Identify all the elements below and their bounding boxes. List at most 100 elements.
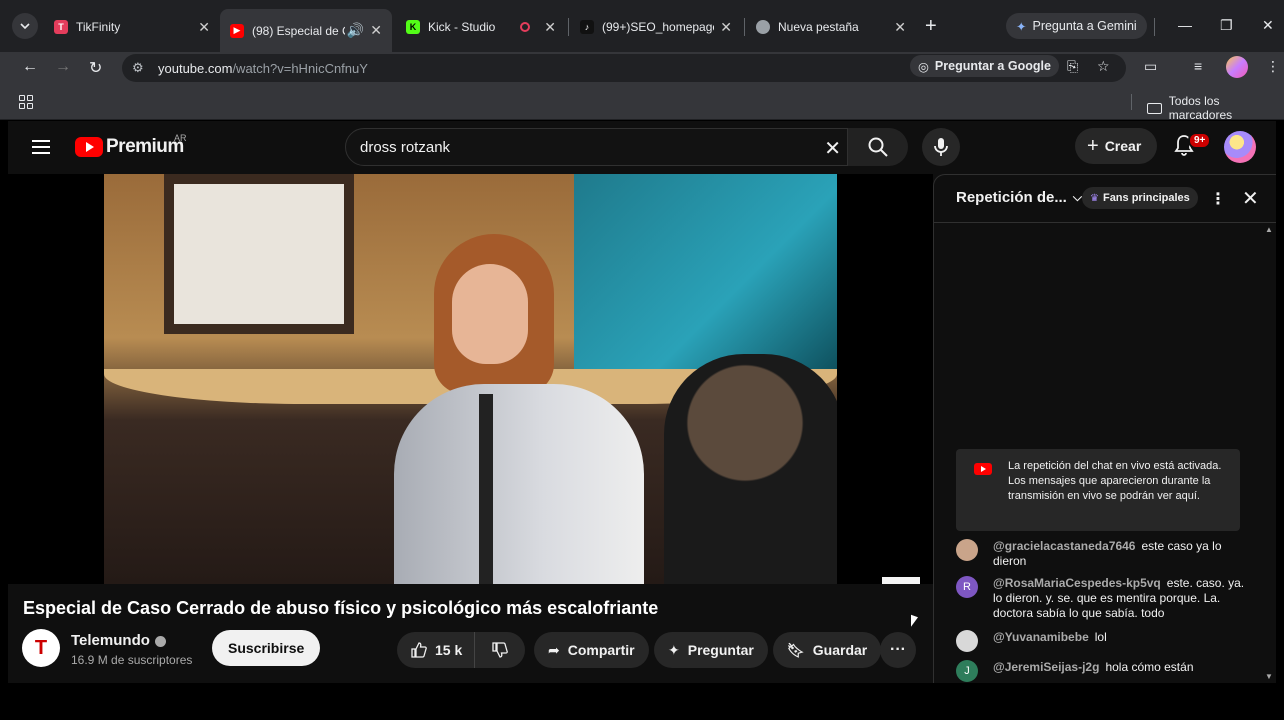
close-tab-icon[interactable]: ✕: [720, 19, 732, 36]
kick-icon: K: [406, 20, 420, 34]
guide-menu-icon[interactable]: [32, 140, 50, 154]
back-arrow-icon[interactable]: ←: [22, 58, 38, 76]
channel-name: Telemundo: [71, 632, 150, 649]
notice-text: La repetición del chat en vivo está acti…: [1008, 460, 1222, 502]
share-button[interactable]: ➦ Compartir: [534, 632, 649, 668]
all-bookmarks-label: Todos los marcadores: [1168, 94, 1233, 122]
create-button[interactable]: + Crear: [1075, 128, 1158, 164]
close-chat-icon[interactable]: ✕: [1242, 186, 1259, 211]
chat-username: @JeremiSeijas-j2g: [993, 660, 1100, 674]
more-actions-button[interactable]: ···: [880, 632, 916, 668]
tab-search-button[interactable]: [12, 13, 38, 39]
tikfinity-icon: T: [54, 20, 68, 34]
speaker-icon[interactable]: 🔊: [347, 22, 364, 39]
close-tab-icon[interactable]: ✕: [198, 19, 210, 36]
ask-google-button[interactable]: ◎ Preguntar a Google: [910, 55, 1059, 77]
url-host: youtube.com: [158, 60, 233, 76]
close-tab-icon[interactable]: ✕: [894, 19, 906, 36]
youtube-icon: [974, 463, 992, 475]
share-label: Compartir: [567, 642, 635, 658]
chrome-icon: [756, 20, 770, 34]
chat-mode-selector[interactable]: Repetición de... ⌵: [956, 189, 1082, 206]
reload-icon[interactable]: ↻: [89, 58, 102, 78]
video-title: Especial de Caso Cerrado de abuso físico…: [23, 598, 659, 618]
dislike-button[interactable]: [475, 642, 525, 658]
chat-message[interactable]: @gracielacastaneda7646 este caso ya lo di…: [956, 539, 1246, 569]
media-controls-icon[interactable]: ≡: [1194, 58, 1202, 74]
tab-title: Kick - Studio: [428, 20, 496, 34]
video-player[interactable]: T: [8, 174, 933, 584]
thumbs-down-icon: [492, 642, 508, 658]
new-tab-button[interactable]: +: [925, 15, 937, 38]
bookmark-star-icon[interactable]: ☆: [1097, 58, 1110, 75]
tab-separator: [1154, 18, 1155, 36]
search-button[interactable]: [848, 128, 908, 166]
browser-tab-kick[interactable]: K Kick - Studio ✕: [396, 9, 566, 45]
microphone-icon: [934, 138, 948, 156]
install-app-icon[interactable]: ⎘: [1067, 58, 1078, 75]
scroll-up-arrow-icon[interactable]: ▲: [1265, 225, 1273, 234]
browser-tab-tikfinity[interactable]: T TikFinity ✕: [44, 9, 220, 45]
clear-search-icon[interactable]: ✕: [824, 136, 841, 161]
country-code: AR: [174, 133, 187, 143]
top-fans-chip[interactable]: ♛ Fans principales: [1082, 187, 1198, 209]
chat-message[interactable]: R @RosaMariaCespedes-kp5vq este. caso. ya…: [956, 576, 1246, 621]
bookmarks-bar: Todos los marcadores: [0, 84, 1284, 122]
recording-icon: [520, 22, 531, 32]
browser-tab-youtube[interactable]: ▶ (98) Especial de Ca 🔊 ✕: [220, 9, 392, 52]
chat-text: lol: [1094, 630, 1107, 644]
site-info-icon[interactable]: ⚙: [132, 60, 150, 76]
cast-icon[interactable]: ▭: [1144, 58, 1157, 75]
camera-operator-figure: [664, 354, 837, 584]
chat-username: @gracielacastaneda7646: [993, 539, 1136, 553]
search-icon: [868, 137, 888, 157]
chat-header: Repetición de... ⌵ ♛ Fans principales ⋮ …: [934, 175, 1276, 223]
close-tab-icon[interactable]: ✕: [370, 22, 382, 39]
apps-grid-icon[interactable]: [19, 95, 33, 109]
all-bookmarks-button[interactable]: Todos los marcadores: [1147, 94, 1284, 122]
scroll-down-arrow-icon[interactable]: ▼: [1265, 672, 1273, 681]
restore-icon[interactable]: ❐: [1220, 17, 1233, 34]
window-close-icon[interactable]: ✕: [1262, 17, 1274, 34]
minimize-icon[interactable]: —: [1178, 17, 1192, 33]
close-tab-icon[interactable]: ✕: [544, 19, 556, 36]
channel-avatar[interactable]: T: [22, 629, 60, 667]
notification-count-badge: 9+: [1188, 132, 1212, 149]
tab-separator: [568, 18, 569, 36]
live-chat-panel: Repetición de... ⌵ ♛ Fans principales ⋮ …: [933, 174, 1276, 683]
chat-avatar: [956, 630, 978, 652]
subscribe-button[interactable]: Suscribirse: [212, 630, 321, 666]
subscriber-count: 16.9 M de suscriptores: [71, 653, 193, 667]
save-button[interactable]: 🔖︎ Guardar: [773, 632, 882, 668]
google-lens-icon: ◎: [918, 59, 929, 74]
thumbs-up-icon: [411, 642, 427, 658]
voice-search-button[interactable]: [922, 128, 960, 166]
browser-tab-tiktok[interactable]: ♪ (99+)SEO_homepage ✕: [570, 9, 742, 45]
account-avatar[interactable]: [1224, 131, 1256, 163]
chat-avatar: [956, 539, 978, 561]
channel-name-row[interactable]: Telemundo: [71, 632, 166, 649]
video-frame: [104, 174, 837, 584]
youtube-premium-logo[interactable]: Premium AR: [75, 133, 187, 158]
ask-button[interactable]: ✦ Preguntar: [654, 632, 768, 668]
like-button[interactable]: 15 k: [397, 632, 476, 668]
browser-menu-icon[interactable]: ⋮: [1266, 58, 1280, 75]
browser-profile-avatar[interactable]: [1226, 56, 1248, 78]
more-horizontal-icon: ···: [890, 641, 906, 658]
search-box: ✕: [345, 128, 848, 166]
search-input[interactable]: [360, 138, 800, 156]
chat-avatar: J: [956, 660, 978, 682]
like-count: 15 k: [435, 642, 463, 658]
browser-tab-new[interactable]: Nueva pestaña ✕: [746, 9, 916, 45]
chat-options-icon[interactable]: ⋮: [1210, 189, 1226, 209]
ask-google-label: Preguntar a Google: [934, 59, 1051, 73]
chat-title: Repetición de...: [956, 189, 1067, 206]
forward-arrow-icon[interactable]: →: [55, 58, 71, 76]
studio-backdrop: [164, 174, 354, 334]
chat-message[interactable]: @Yuvanamibebe lol: [956, 630, 1246, 652]
fans-label: Fans principales: [1102, 192, 1190, 204]
chat-message[interactable]: J @JeremiSeijas-j2g hola cómo están: [956, 660, 1246, 682]
gemini-button[interactable]: ✦ Pregunta a Gemini: [1006, 13, 1147, 39]
browser-toolbar: ← → ↻ ⚙ youtube.com/watch?v=hHnicCnfnuY …: [0, 52, 1284, 84]
youtube-icon: ▶: [230, 23, 244, 38]
